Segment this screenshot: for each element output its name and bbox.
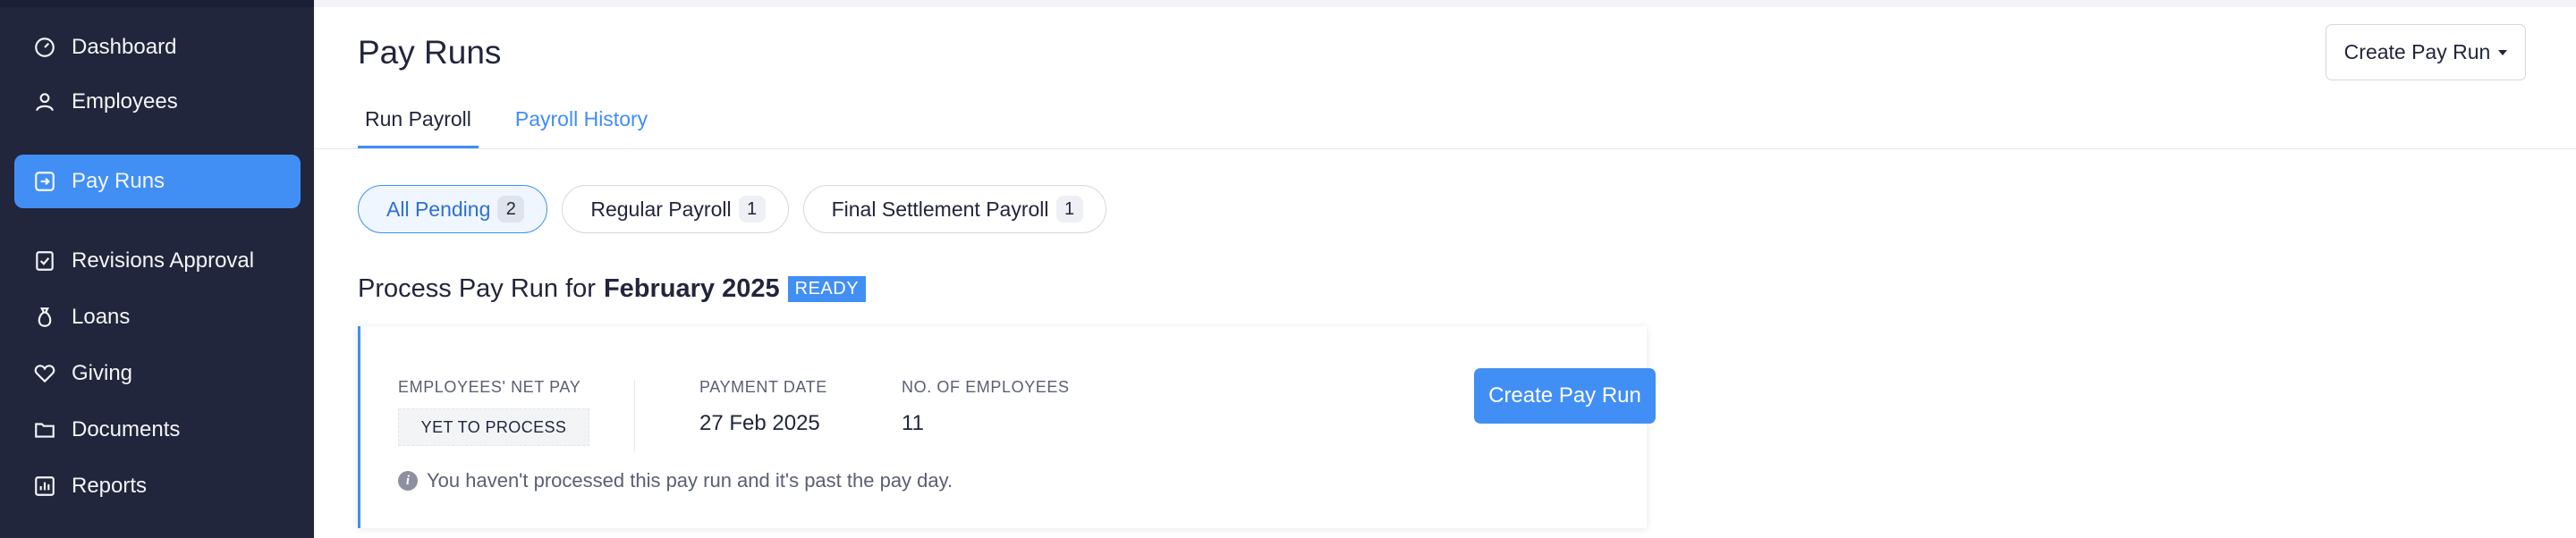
sidebar-item-label: Revisions Approval [72,248,255,273]
filter-regular-payroll[interactable]: Regular Payroll 1 [562,185,789,233]
sidebar-item-pay-runs[interactable]: Pay Runs [14,155,301,208]
filter-count-badge: 1 [738,196,766,223]
create-pay-run-label: Create Pay Run [2343,40,2491,63]
sidebar-item-label: Loans [72,305,131,329]
payment-date-label: PAYMENT DATE [699,378,827,396]
filter-label: Final Settlement Payroll [831,197,1049,221]
sidebar-item-documents[interactable]: Documents [14,403,301,457]
filter-label: All Pending [386,197,491,221]
employees-count-label: NO. OF EMPLOYEES [902,378,1070,396]
employees-count-value: 11 [902,411,924,435]
sidebar-item-label: Employees [72,89,178,113]
page-title: Pay Runs [358,34,502,71]
sidebar-item-loans[interactable]: Loans [14,290,301,344]
sidebar-item-revisions-approval[interactable]: Revisions Approval [14,234,301,288]
card-divider [634,380,635,451]
sidebar: Dashboard Employees Pay Runs Revisions A… [0,0,314,538]
pay-run-period: February 2025 [603,274,780,303]
pay-runs-icon [32,169,57,194]
sidebar-item-employees[interactable]: Employees [14,75,301,129]
main-content: Pay Runs Create Pay Run Run Payroll Payr… [314,0,2576,538]
sidebar-item-label: Documents [72,417,181,441]
sidebar-item-label: Dashboard [72,35,177,59]
sidebar-item-label: Pay Runs [72,169,165,193]
sidebar-item-label: Reports [72,474,148,498]
pay-run-card: EMPLOYEES' NET PAY YET TO PROCESS PAYMEN… [358,326,1656,528]
filter-count-badge: 1 [1055,196,1083,223]
filter-count-badge: 2 [497,196,525,223]
top-band [314,0,2576,7]
create-pay-run-dropdown-button[interactable]: Create Pay Run [2326,24,2526,80]
tabs: Run Payroll Payroll History [358,93,684,148]
info-icon: i [398,471,418,491]
sidebar-item-label: Giving [72,361,133,385]
tabs-divider [314,148,2576,149]
check-square-icon [32,248,57,273]
folder-icon [32,417,57,442]
tab-run-payroll[interactable]: Run Payroll [358,93,479,148]
gauge-icon [32,35,57,60]
sidebar-item-dashboard[interactable]: Dashboard [14,21,301,74]
filter-final-settlement-payroll[interactable]: Final Settlement Payroll 1 [802,185,1106,233]
filter-label: Regular Payroll [590,197,732,221]
heart-icon [32,361,57,386]
sidebar-item-reports[interactable]: Reports [14,459,301,513]
net-pay-status-tag: YET TO PROCESS [398,408,589,446]
pay-run-title-prefix: Process Pay Run for [358,274,596,303]
tab-payroll-history[interactable]: Payroll History [508,93,655,148]
pay-run-note-text: You haven't processed this pay run and i… [427,469,953,492]
user-icon [32,89,57,114]
caret-down-icon [2498,49,2508,55]
sidebar-top-strip [0,0,314,7]
pay-run-note: i You haven't processed this pay run and… [398,469,953,492]
pay-run-section-title: Process Pay Run for February 2025 READY [358,274,867,304]
money-bag-icon [32,305,57,330]
sidebar-item-giving[interactable]: Giving [14,347,301,400]
filter-all-pending[interactable]: All Pending 2 [358,185,548,233]
status-badge: READY [787,276,867,302]
bar-chart-icon [32,474,57,499]
net-pay-label: EMPLOYEES' NET PAY [398,378,581,396]
create-pay-run-button[interactable]: Create Pay Run [1474,368,1656,424]
payment-date-value: 27 Feb 2025 [699,411,820,435]
filter-pills: All Pending 2 Regular Payroll 1 Final Se… [358,185,1121,233]
